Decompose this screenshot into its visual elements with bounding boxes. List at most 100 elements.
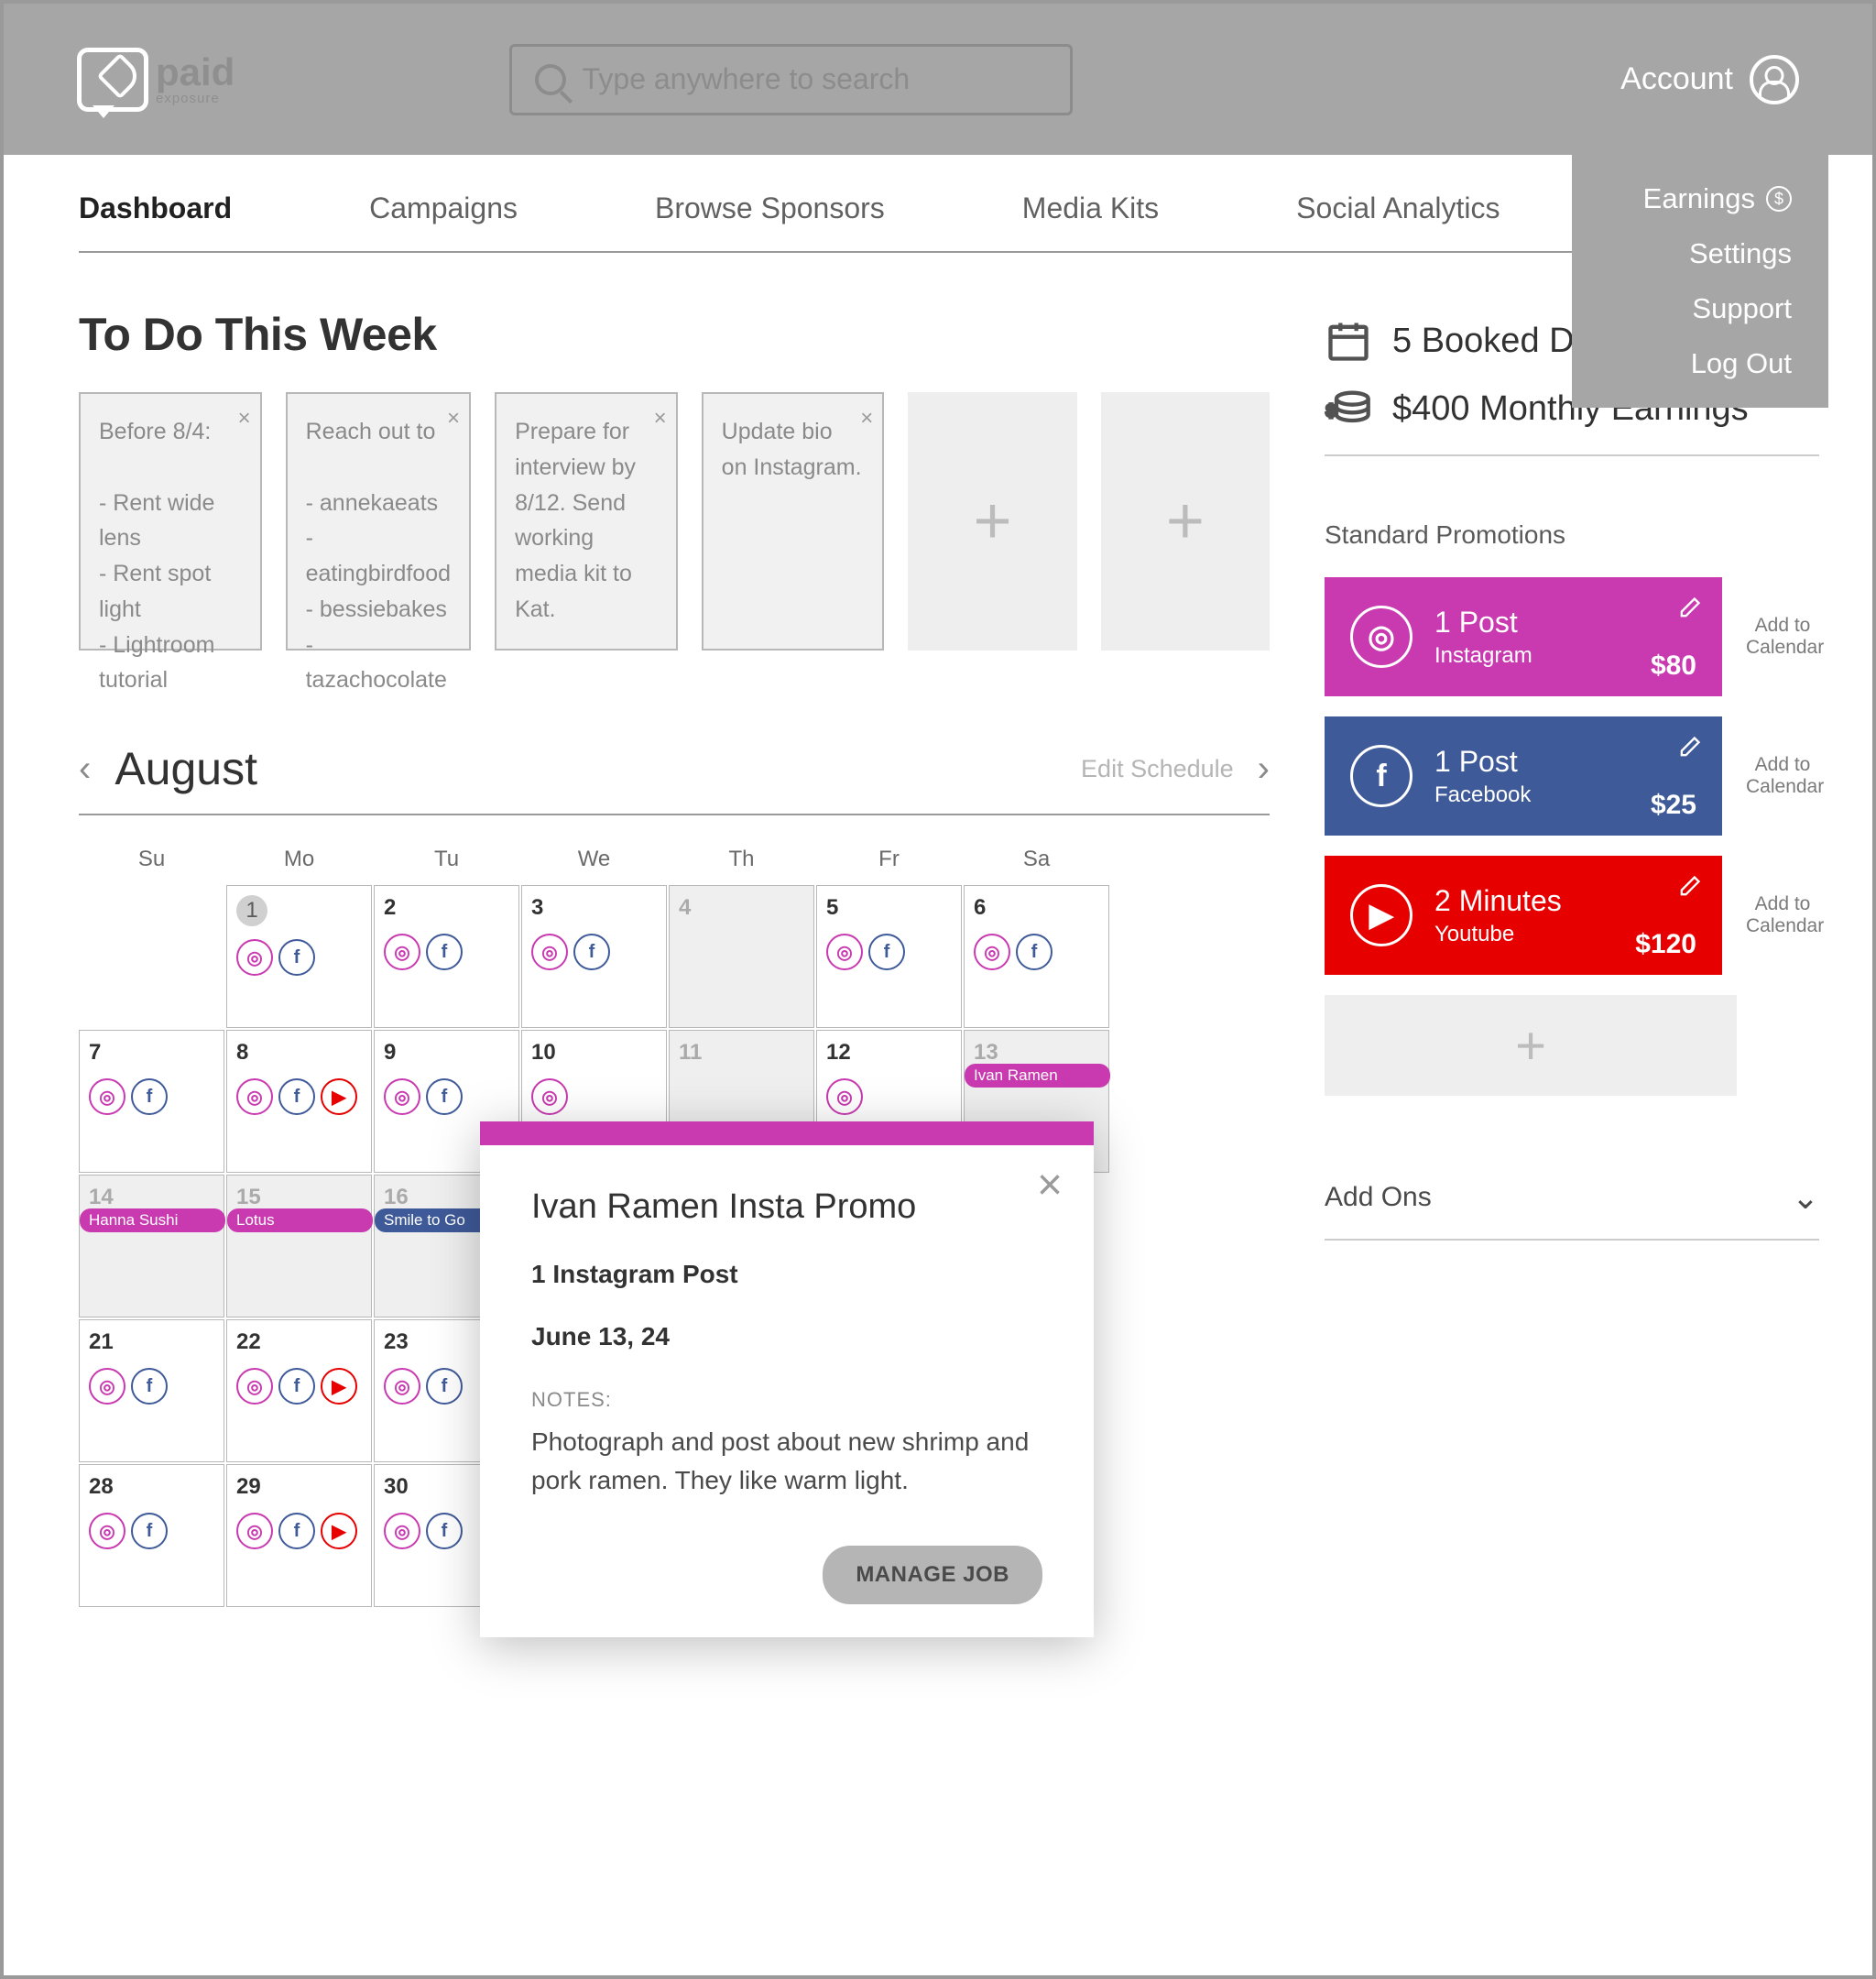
youtube-icon: ▶ (321, 1368, 357, 1405)
svg-text:$: $ (1326, 402, 1336, 421)
calendar-cell[interactable]: 2◎f (374, 885, 519, 1028)
todo-card[interactable]: ×Before 8/4: - Rent wide lens - Rent spo… (79, 392, 262, 651)
chevron-down-icon: ⌄ (1792, 1178, 1819, 1217)
facebook-icon: f (426, 1368, 463, 1405)
day-number: 3 (531, 895, 657, 921)
day-number: 5 (826, 895, 952, 921)
todo-card[interactable]: ×Prepare for interview by 8/12. Send wor… (495, 392, 678, 651)
calendar-icon (1325, 317, 1372, 365)
popover-subtitle: 1 Instagram Post (531, 1260, 1042, 1289)
edit-icon[interactable] (1676, 874, 1702, 900)
promotions-title: Standard Promotions (1325, 520, 1819, 550)
todo-add-button[interactable]: + (908, 392, 1076, 651)
calendar-cell[interactable]: 3◎f (521, 885, 667, 1028)
facebook-icon: f (426, 1078, 463, 1115)
search-icon (535, 64, 566, 95)
todo-card[interactable]: ×Reach out to - annekaeats - eatingbirdf… (286, 392, 471, 651)
instagram-icon: ◎ (236, 1368, 273, 1405)
weekday-label: Mo (226, 836, 372, 883)
calendar-cell[interactable]: 28◎f (79, 1464, 224, 1607)
close-icon[interactable]: × (860, 401, 873, 435)
account-menu-trigger[interactable]: Account (1620, 55, 1799, 104)
calendar-cell[interactable]: 29◎f▶ (226, 1464, 372, 1607)
promo-card-facebook[interactable]: f 1 PostFacebook $25 (1325, 716, 1722, 836)
calendar-cell[interactable]: 7◎f (79, 1030, 224, 1173)
right-column: 5 Booked Days $ $400 Monthly Earnings St… (1325, 308, 1819, 1607)
instagram-icon: ◎ (236, 1078, 273, 1115)
event-pill[interactable]: Ivan Ramen (965, 1064, 1110, 1088)
dollar-icon: $ (1766, 186, 1792, 212)
calendar-cell[interactable]: 5◎f (816, 885, 962, 1028)
instagram-icon: ◎ (826, 1078, 863, 1115)
edit-icon[interactable] (1676, 596, 1702, 621)
add-to-calendar-button[interactable]: Add to Calendar (1746, 615, 1819, 659)
tab-dashboard[interactable]: Dashboard (79, 191, 232, 251)
promo-row: ◎ 1 PostInstagram $80 Add to Calendar (1325, 577, 1819, 696)
calendar-cell[interactable]: 14Hanna Sushi (79, 1175, 224, 1318)
calendar-next-button[interactable]: › (1258, 749, 1270, 790)
edit-icon[interactable] (1676, 735, 1702, 760)
dropdown-settings[interactable]: Settings (1572, 226, 1828, 281)
facebook-icon: f (1016, 934, 1053, 970)
todo-text: Reach out to - annekaeats - eatingbirdfo… (306, 419, 451, 693)
instagram-icon: ◎ (89, 1078, 125, 1115)
event-pill[interactable]: Lotus (227, 1208, 373, 1232)
day-number: 8 (236, 1040, 362, 1066)
calendar-cell[interactable]: 6◎f (964, 885, 1109, 1028)
search-input[interactable]: Type anywhere to search (509, 44, 1073, 115)
dropdown-earnings[interactable]: Earnings$ (1572, 171, 1828, 226)
logo[interactable]: paid exposure (77, 48, 234, 112)
close-icon[interactable]: × (238, 401, 251, 435)
weekday-label: Th (669, 836, 814, 883)
day-number: 12 (826, 1040, 952, 1066)
promo-title: 1 Post (1434, 606, 1651, 640)
day-number: 4 (679, 895, 804, 921)
search-placeholder: Type anywhere to search (583, 62, 911, 96)
instagram-icon: ◎ (236, 1513, 273, 1549)
promo-add-button[interactable]: + (1325, 995, 1737, 1096)
tab-campaigns[interactable]: Campaigns (369, 191, 518, 251)
calendar-cell[interactable]: 1◎f (226, 885, 372, 1028)
instagram-icon: ◎ (384, 1513, 420, 1549)
day-number: 14 (89, 1185, 214, 1210)
tab-media-kits[interactable]: Media Kits (1022, 191, 1159, 251)
calendar-cell[interactable]: 21◎f (79, 1319, 224, 1462)
day-number: 10 (531, 1040, 657, 1066)
dropdown-support[interactable]: Support (1572, 281, 1828, 336)
addons-toggle[interactable]: Add Ons ⌄ (1325, 1178, 1819, 1217)
calendar-cell[interactable]: 15Lotus (226, 1175, 372, 1318)
promo-card-instagram[interactable]: ◎ 1 PostInstagram $80 (1325, 577, 1722, 696)
day-number: 9 (384, 1040, 509, 1066)
promo-price: $25 (1651, 790, 1696, 821)
day-number: 29 (236, 1474, 362, 1500)
instagram-icon: ◎ (384, 934, 420, 970)
instagram-icon: ◎ (89, 1513, 125, 1549)
instagram-icon: ◎ (531, 934, 568, 970)
todo-add-button[interactable]: + (1101, 392, 1270, 651)
instagram-icon: ◎ (384, 1078, 420, 1115)
event-pill[interactable]: Hanna Sushi (80, 1208, 225, 1232)
calendar-cell[interactable]: 4 (669, 885, 814, 1028)
close-icon[interactable]: × (1037, 1160, 1063, 1210)
close-icon[interactable]: × (447, 401, 460, 435)
facebook-icon: f (131, 1368, 168, 1405)
tab-social-analytics[interactable]: Social Analytics (1296, 191, 1500, 251)
calendar-cell[interactable]: 22◎f▶ (226, 1319, 372, 1462)
day-number: 28 (89, 1474, 214, 1500)
calendar-cell[interactable]: 8◎f▶ (226, 1030, 372, 1173)
tab-browse-sponsors[interactable]: Browse Sponsors (655, 191, 885, 251)
todo-text: Before 8/4: - Rent wide lens - Rent spot… (99, 419, 214, 693)
dropdown-logout[interactable]: Log Out (1572, 336, 1828, 391)
calendar-prev-button[interactable]: ‹ (79, 749, 91, 790)
todo-card[interactable]: ×Update bio on Instagram. (702, 392, 885, 651)
logo-icon (77, 48, 148, 112)
addons-label: Add Ons (1325, 1182, 1432, 1213)
day-number: 2 (384, 895, 509, 921)
manage-job-button[interactable]: MANAGE JOB (823, 1546, 1042, 1604)
edit-schedule-button[interactable]: Edit Schedule (1081, 755, 1234, 783)
close-icon[interactable]: × (654, 401, 667, 435)
add-to-calendar-button[interactable]: Add to Calendar (1746, 893, 1819, 937)
promo-card-youtube[interactable]: ▶ 2 MinutesYoutube $120 (1325, 856, 1722, 975)
youtube-icon: ▶ (321, 1078, 357, 1115)
add-to-calendar-button[interactable]: Add to Calendar (1746, 754, 1819, 798)
